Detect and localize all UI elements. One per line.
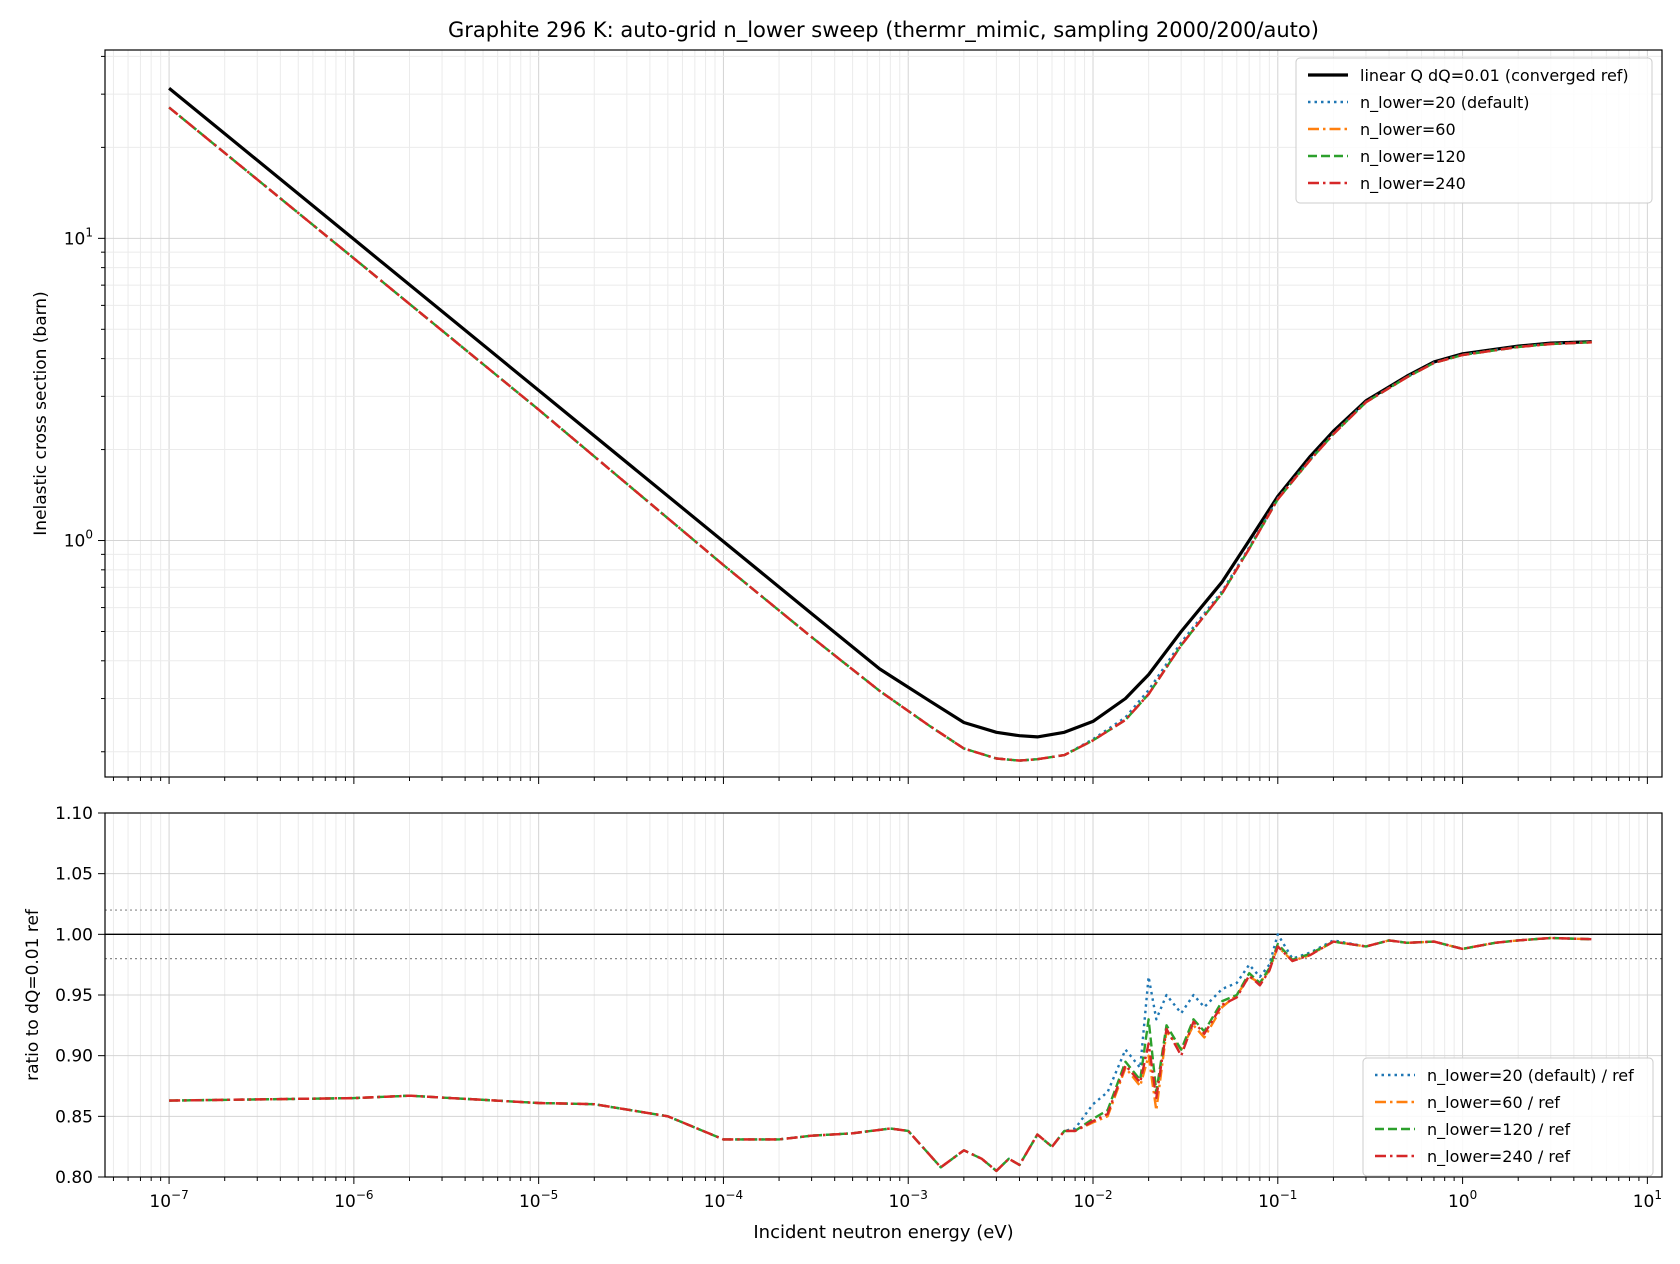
x-tick-label-exp: −5 bbox=[541, 1188, 559, 1202]
x-tick-label: 100 bbox=[1448, 1188, 1477, 1212]
legend-label-3: n_lower=240 / ref bbox=[1427, 1147, 1570, 1167]
y-axis-label: Inelastic cross section (barn) bbox=[31, 291, 51, 535]
x-tick-label: 10−5 bbox=[519, 1188, 558, 1212]
y-tick-label: 0.85 bbox=[55, 1107, 93, 1127]
x-tick-label-exp: −1 bbox=[1280, 1188, 1298, 1202]
y-tick-label: 0.90 bbox=[55, 1047, 93, 1067]
x-tick-label-exp: 1 bbox=[1654, 1188, 1662, 1202]
x-tick-label: 10−6 bbox=[334, 1188, 373, 1212]
y-tick-label: 1.10 bbox=[55, 804, 93, 824]
x-tick-label-base: 10 bbox=[334, 1192, 356, 1212]
legend-label-1: n_lower=20 (default) bbox=[1360, 93, 1530, 113]
y-tick-label-exp: 1 bbox=[85, 225, 93, 239]
y-tick-label: 1.00 bbox=[55, 925, 93, 945]
y-tick-label-base: 10 bbox=[64, 532, 86, 552]
x-tick-label: 10−1 bbox=[1258, 1188, 1297, 1212]
x-tick-label-exp: −6 bbox=[356, 1188, 374, 1202]
legend-label-4: n_lower=240 bbox=[1360, 174, 1466, 194]
chart-figure: 101 100 Graphite 296 K: auto-grid n_lower … bbox=[0, 0, 1680, 1260]
legend-label-0: linear Q dQ=0.01 (converged ref) bbox=[1360, 66, 1629, 85]
x-tick-label: 10−7 bbox=[149, 1188, 188, 1212]
y-tick-label-exp: 0 bbox=[85, 528, 93, 542]
x-tick-label: 10−4 bbox=[704, 1188, 743, 1212]
x-tick-label-base: 10 bbox=[149, 1192, 171, 1212]
x-tick-label-exp: 0 bbox=[1470, 1188, 1478, 1202]
legend-label-2: n_lower=120 / ref bbox=[1427, 1120, 1570, 1140]
x-tick-label-base: 10 bbox=[1258, 1192, 1280, 1212]
x-tick-label-base: 10 bbox=[704, 1192, 726, 1212]
y-axis-label: ratio to dQ=0.01 ref bbox=[23, 908, 43, 1081]
top-panel: 101100Graphite 296 K: auto-grid n_lower … bbox=[31, 18, 1663, 784]
x-tick-label-exp: −7 bbox=[171, 1188, 189, 1202]
series-line-1 bbox=[168, 106, 1592, 762]
x-tick-label-exp: −4 bbox=[725, 1188, 743, 1202]
y-tick-label: 0.95 bbox=[55, 986, 93, 1006]
legend-label-1: n_lower=60 / ref bbox=[1427, 1093, 1560, 1113]
y-tick-label: 100 bbox=[64, 528, 93, 552]
x-tick-label-base: 10 bbox=[1073, 1192, 1095, 1212]
chart-title: Graphite 296 K: auto-grid n_lower sweep … bbox=[448, 18, 1319, 43]
legend-label-3: n_lower=120 bbox=[1360, 147, 1466, 167]
legend-bottom: n_lower=20 (default) / ref n_lower=60 / r… bbox=[1362, 1057, 1654, 1177]
x-tick-label-base: 10 bbox=[1448, 1192, 1470, 1212]
x-axis-label: Incident neutron energy (eV) bbox=[753, 1222, 1013, 1243]
x-tick-label-base: 10 bbox=[519, 1192, 541, 1212]
x-tick-label: 10−2 bbox=[1073, 1188, 1112, 1212]
legend-label-0: n_lower=20 (default) / ref bbox=[1427, 1066, 1634, 1086]
legend-label-2: n_lower=60 bbox=[1360, 120, 1456, 140]
bottom-panel: 0.800.850.900.951.001.051.1010−7 10−6 10−5… bbox=[23, 804, 1663, 1243]
series-line-4 bbox=[168, 106, 1592, 762]
y-tick-label: 0.80 bbox=[55, 1168, 93, 1188]
x-tick-label-base: 10 bbox=[889, 1192, 911, 1212]
y-tick-label-base: 10 bbox=[64, 229, 86, 249]
x-tick-label-exp: −3 bbox=[910, 1188, 928, 1202]
x-tick-label: 10−3 bbox=[889, 1188, 928, 1212]
chart-svg: 101100Graphite 296 K: auto-grid n_lower … bbox=[23, 18, 1663, 1243]
y-tick-label: 101 bbox=[64, 225, 93, 249]
series-line-2 bbox=[168, 106, 1592, 762]
y-tick-label: 1.05 bbox=[55, 865, 93, 885]
series-line-3 bbox=[168, 106, 1592, 762]
x-tick-label: 101 bbox=[1633, 1188, 1662, 1212]
x-tick-label-exp: −2 bbox=[1095, 1188, 1113, 1202]
x-tick-label-base: 10 bbox=[1633, 1192, 1655, 1212]
legend-top: linear Q dQ=0.01 (converged ref) n_lower=… bbox=[1295, 57, 1653, 204]
